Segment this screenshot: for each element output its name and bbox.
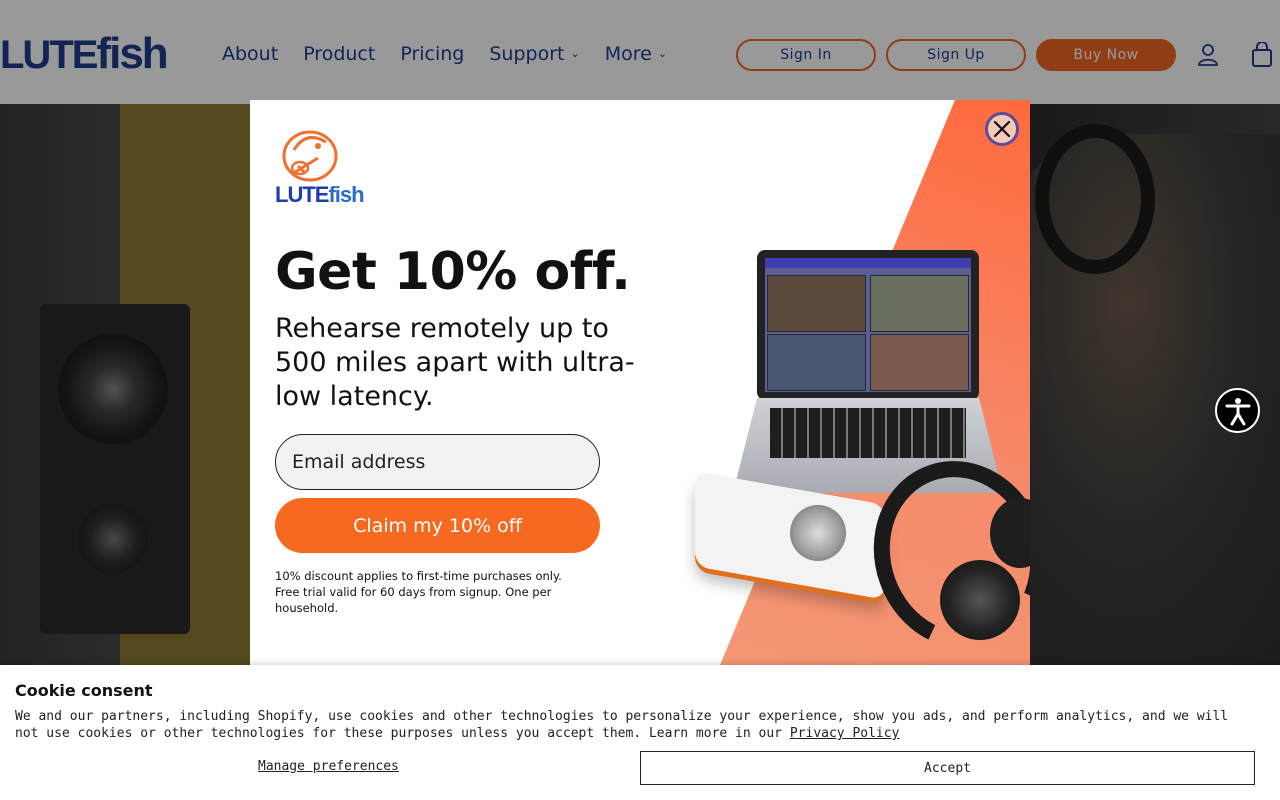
fine-print: 10% discount applies to first-time purch… [275,569,562,615]
modal-subhead: Rehearse remotely up to 500 miles apart … [275,313,635,412]
privacy-policy-link[interactable]: Privacy Policy [790,726,900,741]
cookie-banner: Cookie consent We and our partners, incl… [0,665,1280,800]
manage-preferences-link[interactable]: Manage preferences [258,759,399,774]
discount-modal: LUTEfish Get 10% off. Rehearse remotely … [250,100,1030,665]
modal-headline: Get 10% off. [275,242,631,302]
close-icon[interactable] [985,112,1019,146]
laptop-keyboard [770,408,966,458]
laptop-screen [757,250,979,400]
headphones-cup [940,560,1020,640]
email-input[interactable] [275,434,600,490]
cookie-title: Cookie consent [15,681,153,700]
cookie-body: We and our partners, including Shopify, … [15,709,1229,741]
accept-button[interactable]: Accept [640,751,1255,785]
claim-discount-button[interactable]: Claim my 10% off [275,498,600,553]
accessibility-icon[interactable] [1215,388,1260,433]
device-knob [790,505,846,561]
modal-logo: LUTEfish [275,182,365,207]
